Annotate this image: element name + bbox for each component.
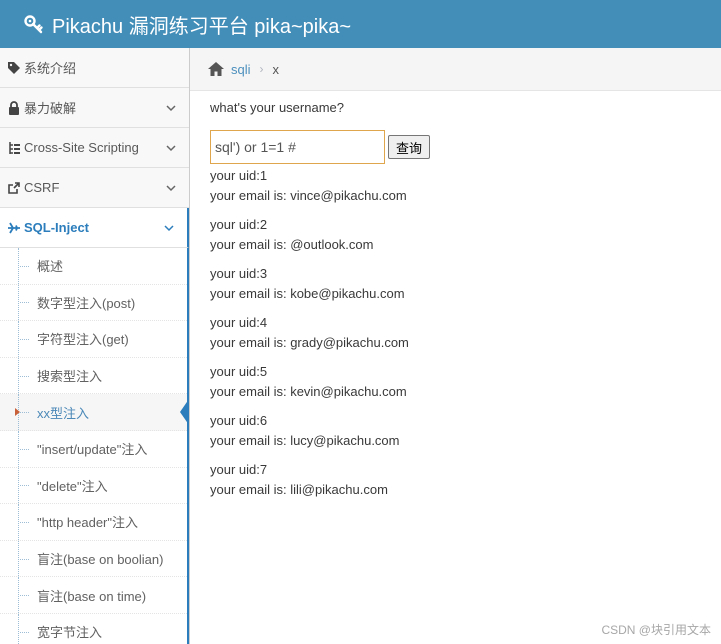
submenu-item-label: xx型注入 [37,405,90,421]
submenu-item-insert-update[interactable]: "insert/update"注入 [0,430,187,468]
result-uid: your uid:4 [210,315,268,330]
submenu-item-wide-byte[interactable]: 宽字节注入 [0,613,187,644]
result-email: your email is: grady@pikachu.com [210,334,409,350]
submenu-item-label: 盲注(base on time) [37,588,147,604]
result-item: your uid:3 your email is: kobe@pikachu.c… [210,264,710,303]
key-icon [24,15,43,34]
plane-icon [7,221,21,235]
submenu-item-label: "delete"注入 [37,478,108,494]
sidebar-item-csrf[interactable]: CSRF [0,168,189,208]
sidebar: 系统介绍 暴力破解 Cross-Site Scripting CSRF SQL-… [0,48,190,644]
submenu-item-http-header[interactable]: "http header"注入 [0,504,187,541]
sidebar-item-label: CSRF [24,180,60,195]
result-item: your uid:7 your email is: lili@pikachu.c… [210,460,710,499]
result-uid: your uid:3 [210,266,268,281]
submenu-item-xx[interactable]: xx型注入 [0,394,189,431]
submenu-item-search[interactable]: 搜索型注入 [0,357,187,395]
result-item: your uid:4 your email is: grady@pikachu.… [210,313,710,352]
brand[interactable]: Pikachu 漏洞练习平台 pika~pika~ [24,10,351,39]
chevron-down-icon [164,225,174,232]
submenu-item-label: 搜索型注入 [37,369,103,385]
submenu-item-label: 字符型注入(get) [37,332,129,348]
result-uid: your uid:5 [210,364,268,379]
submenu-item-string-get[interactable]: 字符型注入(get) [0,321,187,358]
result-item: your uid:5 your email is: kevin@pikachu.… [210,362,710,401]
main-content: what's your username? 查询 your uid:1 your… [210,100,710,509]
breadcrumb-separator-icon: › [259,62,264,76]
chevron-down-icon [166,105,176,112]
sidebar-item-sql-inject[interactable]: SQL-Inject [0,208,189,248]
caret-right-icon [15,408,20,417]
submenu-item-numeric-post[interactable]: 数字型注入(post) [0,284,187,322]
watermark: CSDN @块引用文本 [601,623,711,637]
sidebar-item-label: SQL-Inject [24,220,90,235]
breadcrumb-link-sqli[interactable]: sqli [231,62,251,77]
top-navbar: Pikachu 漏洞练习平台 pika~pika~ [0,0,721,48]
submenu-item-label: 数字型注入(post) [37,295,136,311]
result-email: your email is: kevin@pikachu.com [210,383,407,399]
result-email: your email is: lili@pikachu.com [210,481,388,497]
result-item: your uid:1 your email is: vince@pikachu.… [210,166,710,205]
sidebar-item-label: 暴力破解 [24,101,77,116]
chevron-down-icon [166,145,176,152]
result-uid: your uid:6 [210,413,268,428]
result-uid: your uid:1 [210,168,268,183]
result-email: your email is: kobe@pikachu.com [210,285,405,301]
submenu-item-delete[interactable]: "delete"注入 [0,467,187,505]
sidebar-item-intro[interactable]: 系统介绍 [0,48,189,88]
result-email: your email is: vince@pikachu.com [210,187,407,203]
chevron-down-icon [166,185,176,192]
result-uid: your uid:7 [210,462,268,477]
lock-icon [7,100,21,115]
sidebar-item-xss[interactable]: Cross-Site Scripting [0,128,189,168]
username-input[interactable] [210,130,385,164]
sidebar-item-bruteforce[interactable]: 暴力破解 [0,88,189,128]
submenu-item-label: 概述 [37,259,64,275]
home-icon[interactable] [207,61,225,77]
breadcrumb-current: x [272,61,280,77]
result-email: your email is: lucy@pikachu.com [210,432,400,448]
sidebar-item-label: 系统介绍 [24,61,77,76]
active-pointer-icon [180,399,189,426]
results-list: your uid:1 your email is: vince@pikachu.… [210,166,710,499]
breadcrumb: sqli › x [190,48,721,91]
submenu-item-blind-time[interactable]: 盲注(base on time) [0,577,187,614]
sql-inject-submenu: 概述 数字型注入(post) 字符型注入(get) 搜索型注入 xx型注入 "i… [0,248,189,644]
submenu-item-label: "http header"注入 [37,515,139,531]
submenu-item-label: 盲注(base on boolian) [37,552,164,568]
result-item: your uid:6 your email is: lucy@pikachu.c… [210,411,710,450]
result-uid: your uid:2 [210,217,268,232]
list-tree-icon [7,141,21,155]
submenu-item-label: 宽字节注入 [37,625,103,641]
result-item: your uid:2 your email is: @outlook.com [210,215,710,254]
tags-icon [7,61,21,75]
submenu-item-label: "insert/update"注入 [37,442,148,458]
submenu-item-overview[interactable]: 概述 [0,248,187,285]
query-form: 查询 [210,130,710,164]
sidebar-item-label: Cross-Site Scripting [24,140,139,155]
username-question: what's your username? [210,100,344,115]
query-button[interactable]: 查询 [388,135,431,159]
share-icon [7,181,21,195]
submenu-item-blind-boolean[interactable]: 盲注(base on boolian) [0,540,187,578]
result-email: your email is: @outlook.com [210,236,374,252]
brand-title: Pikachu 漏洞练习平台 pika~pika~ [52,15,352,38]
